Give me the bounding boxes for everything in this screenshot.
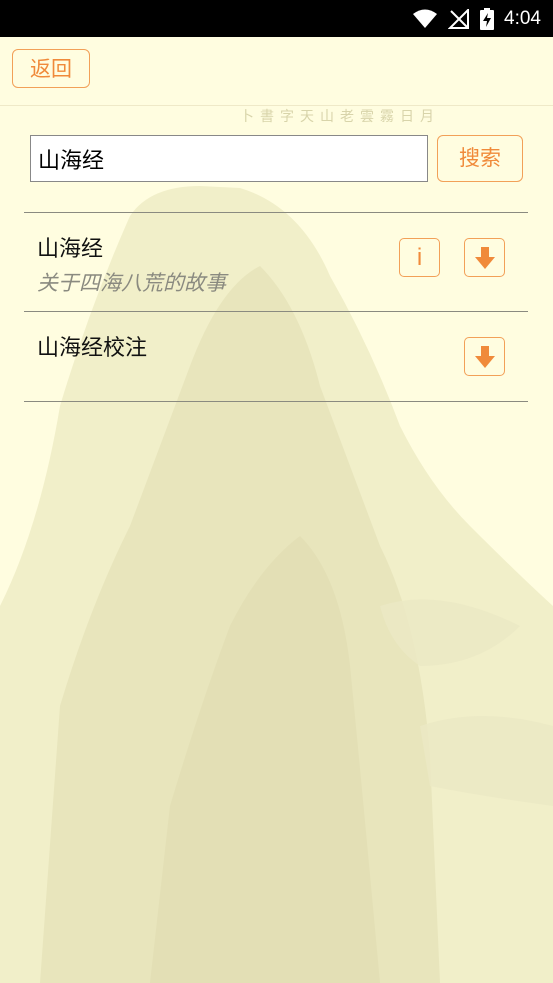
search-button[interactable]: 搜索 — [437, 135, 523, 182]
result-title: 山海经 — [37, 237, 104, 262]
download-button[interactable] — [464, 337, 505, 376]
app-header: 返回 — [0, 37, 553, 106]
result-title: 山海经校注 — [37, 336, 148, 361]
status-bar: 4:04 — [0, 0, 553, 37]
list-item[interactable]: 山海经 关于四海八荒的故事 i — [24, 213, 528, 311]
back-button[interactable]: 返回 — [12, 49, 90, 88]
download-button[interactable] — [464, 238, 505, 277]
download-arrow-icon — [474, 246, 495, 269]
wifi-icon — [413, 9, 438, 28]
status-time: 4:04 — [504, 7, 541, 29]
list-item[interactable]: 山海经校注 — [24, 312, 528, 401]
search-input[interactable] — [30, 135, 428, 182]
result-description: 关于四海八荒的故事 — [37, 271, 226, 295]
no-signal-icon — [448, 8, 470, 29]
battery-charging-icon — [480, 7, 495, 30]
info-button[interactable]: i — [399, 238, 440, 277]
divider — [24, 401, 528, 402]
download-arrow-icon — [474, 345, 495, 368]
svg-text:卜書字天山老雲霧日月: 卜書字天山老雲霧日月 — [240, 109, 440, 125]
info-icon: i — [416, 243, 423, 271]
